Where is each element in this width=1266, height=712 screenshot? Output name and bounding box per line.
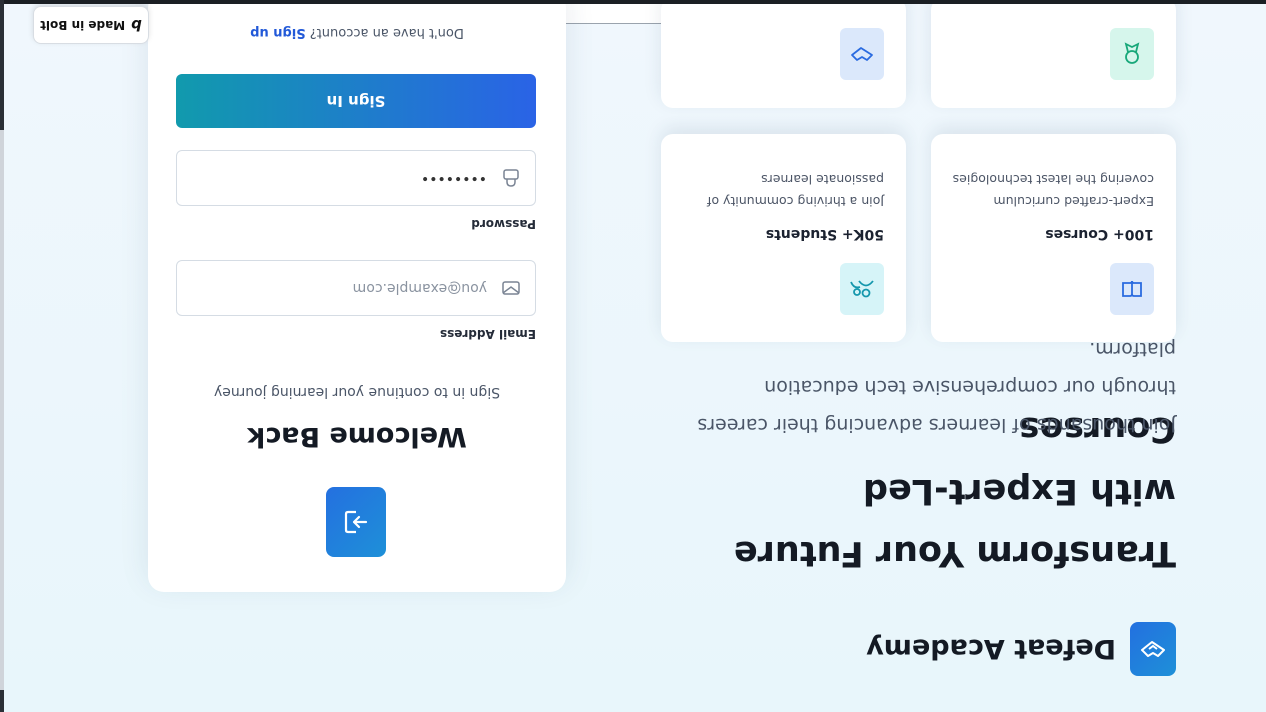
stat-card-courses: 100+ Courses Expert-crafted curriculum c…: [931, 134, 1176, 342]
bolt-logo-icon: b: [131, 16, 142, 34]
brand[interactable]: Defeat Academy: [866, 622, 1176, 676]
signup-prompt-text: Don't have an account?: [309, 25, 464, 40]
mail-icon: [501, 278, 521, 298]
sign-in-icon: [326, 487, 386, 557]
signup-link[interactable]: Sign up: [250, 25, 305, 40]
stat-card-awards: [931, 0, 1176, 108]
page-content-upside-down: ➤ Defeat Academy Transform Your Future w…: [0, 0, 1266, 712]
password-field[interactable]: [176, 150, 536, 206]
stat-card-students: 50K+ Students Join a thriving community …: [661, 134, 906, 342]
login-subtitle: Sign in to continue your learning journe…: [213, 384, 501, 400]
login-panel: Welcome Back Sign in to continue your le…: [148, 0, 566, 592]
book-icon: [1110, 263, 1154, 315]
hero-subtitle: Join thousands of learners advancing the…: [697, 338, 1176, 436]
password-label: Password: [471, 217, 536, 231]
email-label: Email Address: [439, 327, 536, 341]
made-in-bolt-badge[interactable]: b Made in Bolt: [33, 6, 149, 44]
email-field[interactable]: [176, 260, 536, 316]
browser-viewport: ➤ Defeat Academy Transform Your Future w…: [0, 0, 1266, 712]
stat-title: 100+ Courses: [1045, 226, 1154, 242]
signup-prompt: Don't have an account? Sign up: [148, 25, 566, 40]
window-top-edge: [0, 0, 1266, 4]
stat-description: Expert-crafted curriculum covering the l…: [952, 172, 1154, 209]
password-input[interactable]: [185, 169, 489, 187]
stat-title: 50K+ Students: [765, 226, 884, 242]
lock-icon: [501, 168, 521, 188]
badge-text: Made in Bolt: [40, 18, 126, 32]
email-input[interactable]: [185, 279, 489, 297]
sign-in-button[interactable]: Sign In: [176, 74, 536, 128]
stat-card-partners: [661, 0, 906, 108]
handshake-icon: [840, 28, 884, 80]
brand-name: Defeat Academy: [866, 633, 1116, 665]
handshake-icon: [1130, 622, 1176, 676]
users-icon: [840, 263, 884, 315]
login-title: Welcome Back: [247, 421, 467, 452]
window-left-edge: [0, 0, 4, 712]
award-icon: [1110, 28, 1154, 80]
stat-description: Join a thriving community of passionate …: [707, 172, 884, 209]
